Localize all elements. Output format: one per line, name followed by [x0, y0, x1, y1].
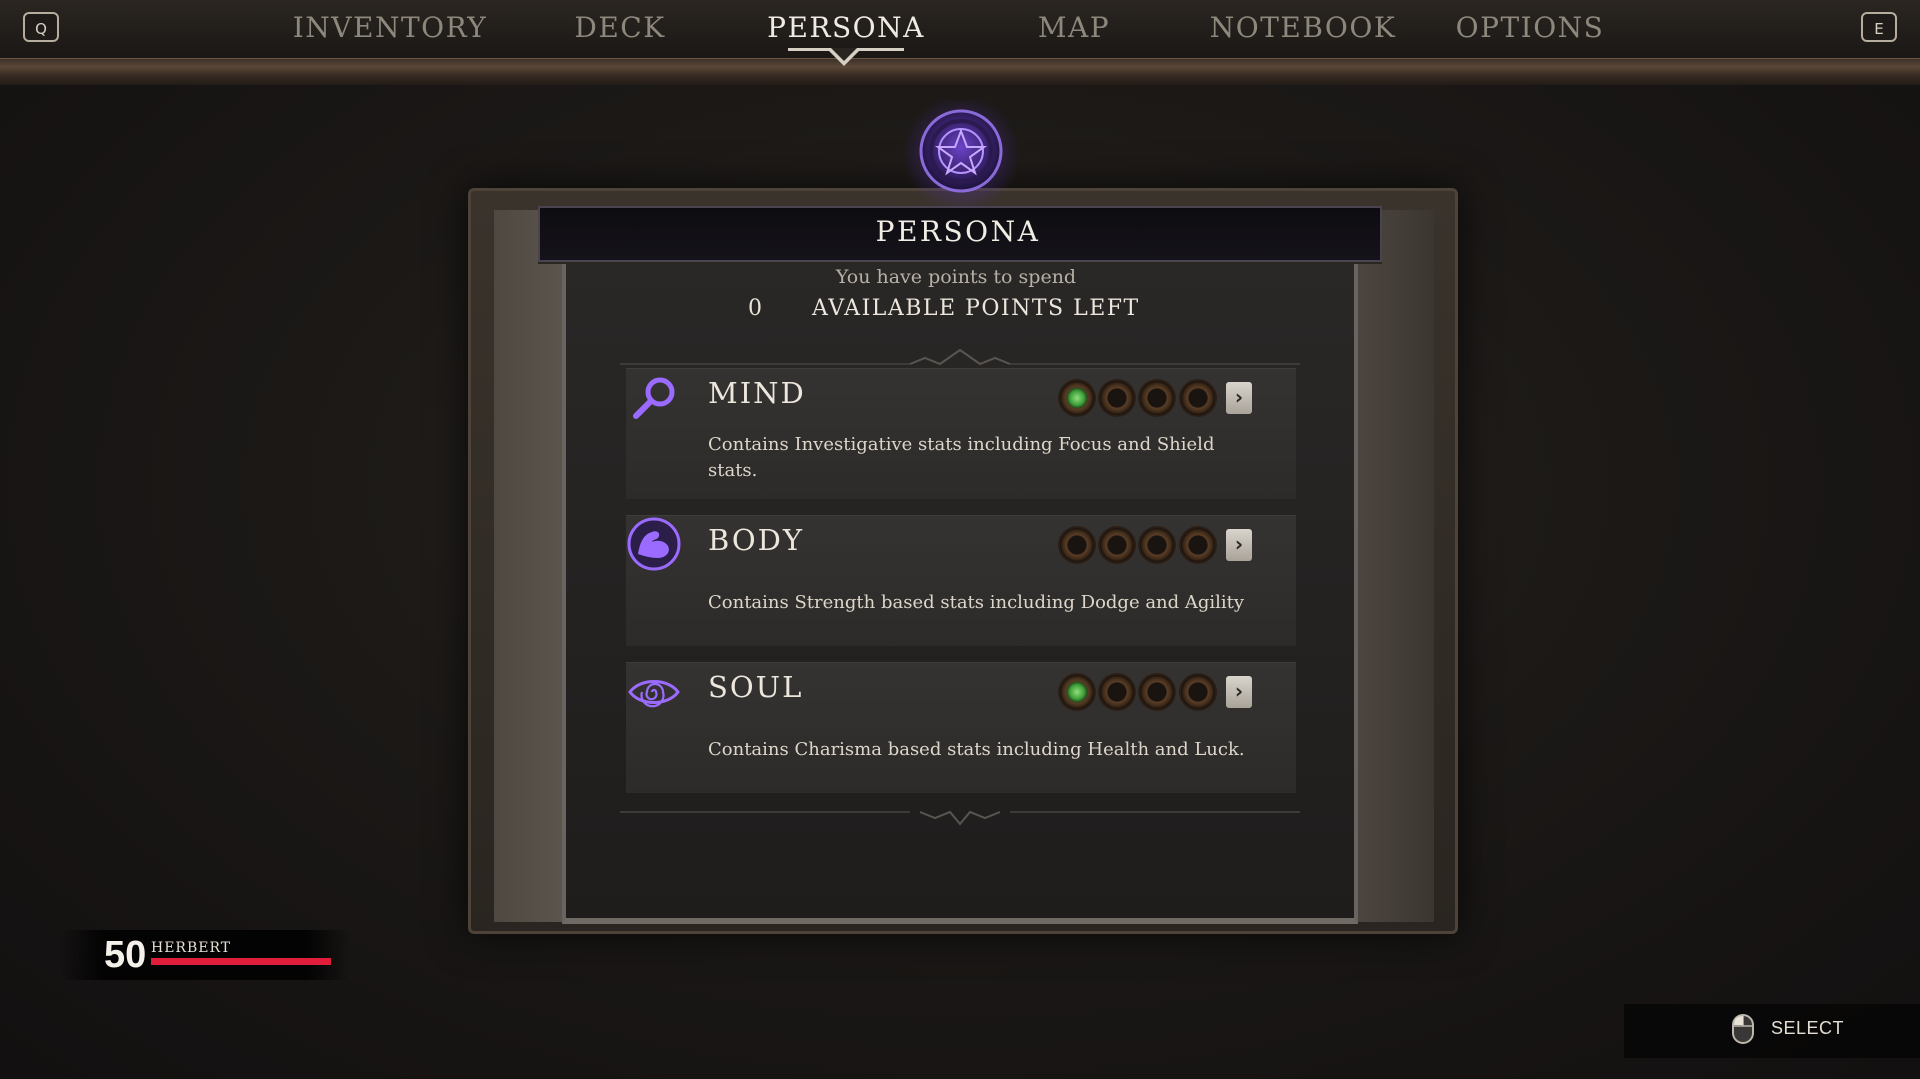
- flexed-arm-icon: [627, 517, 681, 571]
- soul-point-pip-4: [1181, 675, 1215, 709]
- available-points-label: AVAILABLE POINTS LEFT: [812, 296, 1140, 321]
- soul-point-pip-3: [1140, 675, 1174, 709]
- panel-title: PERSONA: [875, 215, 1041, 248]
- magnifying-glass-icon: [633, 377, 675, 419]
- tab-inventory[interactable]: INVENTORY: [290, 8, 490, 48]
- mind-point-pip-3: [1140, 381, 1174, 415]
- top-navigation-trim: [0, 58, 1920, 85]
- spiral-eye-icon: [628, 680, 680, 708]
- soul-point-pip-2: [1100, 675, 1134, 709]
- pentagram-emblem-icon: [919, 109, 1003, 193]
- stat-name-body: BODY: [708, 523, 805, 557]
- available-points-value: 0: [748, 296, 762, 321]
- select-prompt-label: SELECT: [1771, 1018, 1845, 1038]
- mouse-icon: [1732, 1014, 1754, 1044]
- tab-options[interactable]: OPTIONS: [1450, 8, 1610, 48]
- stat-description-body: Contains Strength based stats including …: [708, 592, 1245, 613]
- stat-name-mind: MIND: [708, 376, 806, 410]
- health-bar-fill: [151, 958, 331, 965]
- mind-point-pip-1: [1060, 381, 1094, 415]
- tab-persona[interactable]: PERSONA: [766, 8, 926, 48]
- book-right-pages: [1354, 210, 1434, 922]
- previous-tab-key-hint[interactable]: Q: [23, 12, 59, 42]
- body-point-pip-3: [1140, 528, 1174, 562]
- tab-map[interactable]: MAP: [1014, 8, 1134, 48]
- stat-description-mind: Contains Investigative stats including F…: [708, 434, 1215, 481]
- mind-increase-button[interactable]: ›: [1226, 382, 1252, 414]
- body-increase-button[interactable]: ›: [1226, 529, 1252, 561]
- top-navigation-bar: [0, 0, 1920, 58]
- soul-increase-button[interactable]: ›: [1226, 676, 1252, 708]
- tab-notebook[interactable]: NOTEBOOK: [1200, 8, 1406, 48]
- health-bar: [151, 958, 331, 965]
- stat-description-soul: Contains Charisma based stats including …: [708, 739, 1245, 760]
- tab-deck[interactable]: DECK: [560, 8, 680, 48]
- top-divider-ornament: [620, 348, 1300, 366]
- next-tab-key-hint[interactable]: E: [1861, 12, 1897, 42]
- player-level: 50: [104, 934, 147, 976]
- body-point-pip-4: [1181, 528, 1215, 562]
- mind-point-pip-2: [1100, 381, 1134, 415]
- player-name: HERBERT: [151, 940, 232, 956]
- bottom-divider-ornament: [620, 810, 1300, 826]
- body-point-pip-2: [1100, 528, 1134, 562]
- stat-name-soul: SOUL: [708, 670, 804, 704]
- mind-point-pip-4: [1181, 381, 1215, 415]
- body-point-pip-1: [1060, 528, 1094, 562]
- soul-point-pip-1: [1060, 675, 1094, 709]
- points-caption: You have points to spend: [835, 266, 1077, 288]
